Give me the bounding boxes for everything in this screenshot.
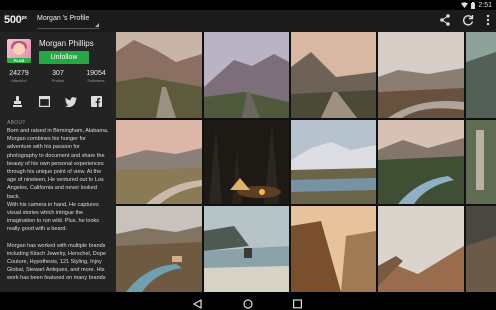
stat-affection: 24279 Affection bbox=[0, 70, 38, 83]
bio-paragraph: Morgan has worked with multiple brands i… bbox=[7, 242, 110, 283]
social-links bbox=[0, 94, 116, 108]
bio-line: through his unique point of view. At the bbox=[7, 169, 102, 176]
bio-text: Born and raised in Birmingham, Alabama, … bbox=[7, 127, 110, 283]
recents-icon[interactable] bbox=[293, 296, 303, 310]
wifi-icon bbox=[461, 2, 469, 8]
bio-line: including Kitsch Jewelry, Herschel, Dope bbox=[7, 250, 106, 257]
photo-tile[interactable] bbox=[291, 206, 376, 292]
bio-line: Global, Stewart Antiques, and more. His bbox=[7, 267, 105, 274]
photo-tile[interactable] bbox=[116, 120, 202, 204]
photo-tile[interactable] bbox=[466, 120, 496, 204]
bio-line: Born and raised in Birmingham, Alabama, bbox=[7, 128, 109, 134]
status-icons: 2:51 bbox=[461, 0, 492, 10]
stat-value: 307 bbox=[52, 70, 64, 77]
stat-label: Photos bbox=[51, 78, 65, 83]
bio-line: With his camera in hand, He captures bbox=[7, 201, 99, 208]
stat-followers: 19054 Followers bbox=[77, 70, 115, 83]
refresh-icon[interactable] bbox=[462, 14, 474, 26]
dropdown-triangle-icon bbox=[95, 23, 99, 27]
bio-line: Couture, Hypothesis, 121 Styling, Injoy bbox=[7, 259, 102, 266]
photo-tile[interactable] bbox=[116, 206, 202, 292]
bio-line: photography to document and share the bbox=[7, 152, 105, 159]
photo-tile[interactable] bbox=[291, 32, 376, 118]
bio-line: beauty of his own personal experiences bbox=[7, 160, 104, 167]
share-icon[interactable] bbox=[440, 14, 450, 26]
user-name: Morgan Phillips bbox=[39, 39, 94, 48]
photo-tile[interactable] bbox=[204, 120, 289, 204]
system-nav-bar bbox=[0, 292, 496, 310]
profile-selector-label: Morgan 's Profile bbox=[37, 15, 90, 22]
website-icon[interactable] bbox=[39, 94, 51, 112]
unfollow-button[interactable]: Unfollow bbox=[39, 51, 89, 64]
stat-value: 19054 bbox=[86, 70, 106, 77]
profile-stats: 24279 Affection 307 Photos 19054 Followe… bbox=[0, 70, 116, 86]
photo-tile[interactable] bbox=[378, 120, 464, 204]
bio-paragraph: Born and raised in Birmingham, Alabama, … bbox=[7, 127, 110, 234]
photo-tile[interactable] bbox=[204, 32, 289, 118]
logo-sup: px bbox=[21, 15, 27, 21]
status-time: 2:51 bbox=[478, 1, 492, 9]
stat-photos: 307 Photos bbox=[39, 70, 77, 83]
photo-tile[interactable] bbox=[466, 32, 496, 118]
battery-icon bbox=[471, 1, 476, 9]
stat-value: 24279 bbox=[9, 70, 29, 77]
bio-line: Morgan has worked with multiple brands bbox=[7, 242, 106, 249]
plus-badge: PLUS bbox=[7, 58, 31, 63]
back-icon[interactable] bbox=[192, 296, 202, 310]
twitter-icon[interactable] bbox=[65, 94, 77, 112]
bio-line: visual stories which intrigue the bbox=[7, 210, 84, 217]
app-bar: 500px Morgan 's Profile bbox=[0, 10, 496, 32]
overflow-menu-icon[interactable] bbox=[486, 14, 490, 26]
stat-label: Affection bbox=[11, 78, 27, 83]
bio-line: Angeles, California and never looked bac… bbox=[7, 185, 97, 200]
profile-selector[interactable]: Morgan 's Profile bbox=[37, 15, 99, 29]
photo-tile[interactable] bbox=[378, 32, 464, 118]
bio-line: Morgan combines his hunger for bbox=[7, 136, 86, 143]
profile-sidebar: PLUS Morgan Phillips Unfollow 24279 Affe… bbox=[0, 32, 116, 292]
facebook-icon[interactable] bbox=[91, 94, 102, 112]
photo-tile[interactable] bbox=[291, 120, 376, 204]
logo-text: 500 bbox=[4, 14, 22, 26]
bio-line: age of nineteen, He ventured out to Los bbox=[7, 177, 104, 184]
about-heading: ABOUT bbox=[7, 120, 26, 126]
photo-tile[interactable] bbox=[466, 206, 496, 292]
stat-label: Followers bbox=[87, 78, 105, 83]
avatar[interactable]: PLUS bbox=[7, 39, 31, 63]
photo-tile[interactable] bbox=[204, 206, 289, 292]
home-icon[interactable] bbox=[243, 296, 253, 310]
photo-grid bbox=[116, 32, 496, 292]
photo-tile[interactable] bbox=[116, 32, 202, 118]
photo-tile[interactable] bbox=[378, 206, 464, 292]
status-bar: 2:51 bbox=[0, 0, 496, 10]
app-logo[interactable]: 500px bbox=[4, 14, 27, 26]
bio-line: imagination to run wild. Plus, he looks bbox=[7, 218, 100, 225]
bio-line: work has been featured on many brands bbox=[7, 275, 106, 282]
bio-line: really good with a beard. bbox=[7, 226, 67, 233]
bio-line: adventure with his passion for bbox=[7, 144, 80, 151]
stamp-icon[interactable] bbox=[13, 94, 22, 112]
